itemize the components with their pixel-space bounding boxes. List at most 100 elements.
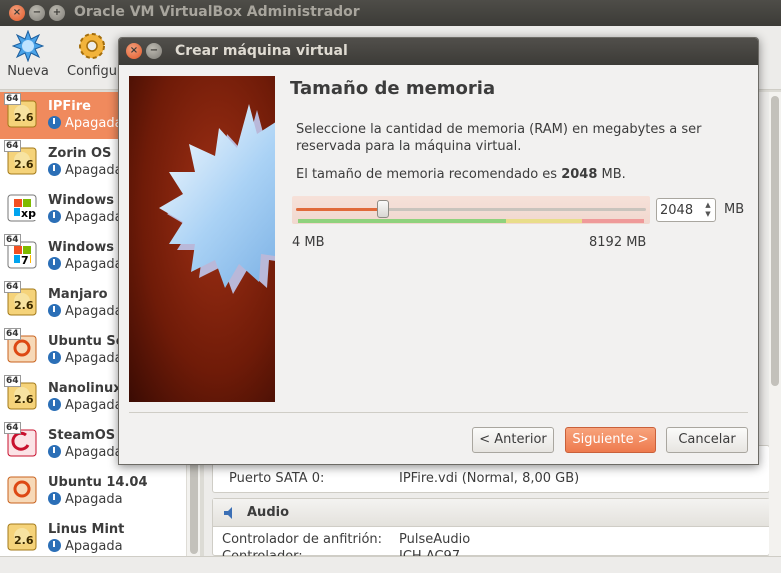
- vm-state: Apagada: [48, 116, 123, 131]
- memory-slider[interactable]: [292, 196, 650, 228]
- arch-badge: 64: [4, 140, 21, 152]
- arch-badge: 64: [4, 281, 21, 293]
- power-off-icon: [48, 210, 61, 223]
- recommended-suffix: MB.: [597, 167, 626, 182]
- linux-26-icon: 64 2.6: [4, 140, 38, 176]
- vm-state: Apagada: [48, 257, 123, 272]
- linux-26-icon: 2.6: [6, 520, 38, 552]
- power-off-icon: [48, 398, 61, 411]
- vm-state-text: Apagada: [65, 351, 123, 366]
- configure-button[interactable]: Configu: [62, 30, 122, 79]
- memory-scale-danger: [581, 219, 644, 223]
- close-window-button[interactable]: ×: [9, 5, 25, 21]
- memory-min-label: 4 MB: [292, 235, 325, 250]
- memory-unit-label: MB: [724, 202, 745, 217]
- arch-badge: 64: [4, 375, 21, 387]
- vm-list-item[interactable]: Ubuntu 14.04 Apagada: [0, 468, 199, 515]
- vm-name: IPFire: [48, 99, 91, 114]
- debian-icon: 64: [4, 422, 38, 458]
- memory-slider-handle[interactable]: [377, 200, 390, 218]
- memory-input[interactable]: [660, 201, 702, 219]
- dialog-close-button[interactable]: ×: [126, 43, 142, 59]
- windows-7-icon: 64 7: [4, 234, 38, 270]
- audio-section: Audio Controlador de anfitrión: PulseAud…: [212, 498, 770, 557]
- power-off-icon: [48, 539, 61, 552]
- os-version-badge: 2.6: [14, 299, 34, 312]
- audio-host-key: Controlador de anfitrión:: [222, 532, 383, 547]
- new-star-icon: [12, 30, 44, 62]
- memory-scale-safe: [298, 219, 506, 223]
- arch-badge: 64: [4, 93, 21, 105]
- new-vm-label: Nueva: [7, 64, 49, 79]
- cancel-button[interactable]: Cancelar: [666, 427, 748, 453]
- os-version-badge: 2.6: [14, 111, 34, 124]
- memory-max-label: 8192 MB: [589, 235, 647, 250]
- back-button[interactable]: < Anterior: [472, 427, 554, 453]
- os-version-badge: 2.6: [14, 158, 34, 171]
- create-vm-dialog: × − Crear máquina virtual Tamaño de memo…: [118, 37, 759, 465]
- vm-state-text: Apagada: [65, 210, 123, 225]
- storage-port-key: Puerto SATA 0:: [229, 471, 325, 486]
- vm-state-text: Apagada: [65, 492, 123, 507]
- starburst-icon: [159, 104, 275, 294]
- vm-name: Windows 7: [48, 240, 128, 255]
- vm-state: Apagada: [48, 163, 123, 178]
- new-vm-button[interactable]: Nueva: [6, 30, 50, 79]
- details-scrollbar[interactable]: [769, 92, 781, 556]
- audio-host-value: PulseAudio: [399, 532, 471, 547]
- recommended-memory-text: El tamaño de memoria recomendado es 2048…: [296, 167, 626, 182]
- vm-state: Apagada: [48, 492, 123, 507]
- details-scroll-thumb[interactable]: [771, 96, 779, 386]
- audio-host-row: Controlador de anfitrión: PulseAudio: [213, 532, 769, 549]
- audio-title: Audio: [247, 505, 290, 520]
- power-off-icon: [48, 257, 61, 270]
- status-bar: [0, 556, 781, 573]
- vm-state: Apagada: [48, 445, 123, 460]
- ubuntu-icon: [6, 473, 38, 505]
- vm-name: Manjaro: [48, 287, 108, 302]
- dialog-description: Seleccione la cantidad de memoria (RAM) …: [296, 122, 702, 154]
- arch-badge: 64: [4, 328, 21, 340]
- gear-icon: [79, 33, 105, 59]
- vm-state-text: Apagada: [65, 163, 123, 178]
- os-version-badge: xp: [20, 207, 37, 220]
- audio-header[interactable]: Audio: [213, 499, 769, 527]
- vm-list-item[interactable]: 2.6 Linus Mint Apagada: [0, 515, 199, 556]
- minimize-window-button[interactable]: −: [29, 5, 45, 21]
- power-off-icon: [48, 116, 61, 129]
- power-off-icon: [48, 304, 61, 317]
- recommended-value: 2048: [561, 167, 598, 182]
- next-button[interactable]: Siguiente >: [565, 427, 656, 453]
- vm-state-text: Apagada: [65, 445, 123, 460]
- vm-name: Nanolinux: [48, 381, 122, 396]
- dialog-heading: Tamaño de memoria: [290, 78, 496, 99]
- dialog-minimize-button[interactable]: −: [146, 43, 162, 59]
- main-titlebar: × − + Oracle VM VirtualBox Administrador: [0, 0, 781, 26]
- vm-state-text: Apagada: [65, 116, 123, 131]
- speaker-icon: [224, 507, 232, 519]
- vm-state: Apagada: [48, 539, 123, 554]
- linux-26-icon: 64 2.6: [4, 281, 38, 317]
- power-off-icon: [48, 492, 61, 505]
- os-version-badge: 2.6: [14, 534, 34, 547]
- storage-port-value: IPFire.vdi (Normal, 8,00 GB): [399, 471, 580, 486]
- spin-down-icon[interactable]: ▼: [703, 210, 713, 219]
- storage-port-row: Puerto SATA 0: IPFire.vdi (Normal, 8,00 …: [213, 471, 769, 488]
- vm-name: Linus Mint: [48, 522, 125, 537]
- wizard-illustration: [129, 76, 275, 402]
- power-off-icon: [48, 445, 61, 458]
- vm-state-text: Apagada: [65, 539, 123, 554]
- vm-state: Apagada: [48, 304, 123, 319]
- dialog-titlebar: × − Crear máquina virtual: [119, 38, 758, 65]
- spin-up-icon[interactable]: ▲: [703, 201, 713, 210]
- vm-state: Apagada: [48, 210, 123, 225]
- dialog-title: Crear máquina virtual: [175, 43, 348, 59]
- vm-state: Apagada: [48, 351, 123, 366]
- spin-arrows[interactable]: ▲ ▼: [703, 201, 713, 219]
- arch-badge: 64: [4, 234, 21, 246]
- dialog-separator: [129, 412, 748, 413]
- maximize-window-button[interactable]: +: [49, 5, 65, 21]
- vm-state: Apagada: [48, 398, 123, 413]
- linux-26-icon: 64 2.6: [4, 93, 38, 129]
- memory-spinbox[interactable]: ▲ ▼: [656, 198, 716, 222]
